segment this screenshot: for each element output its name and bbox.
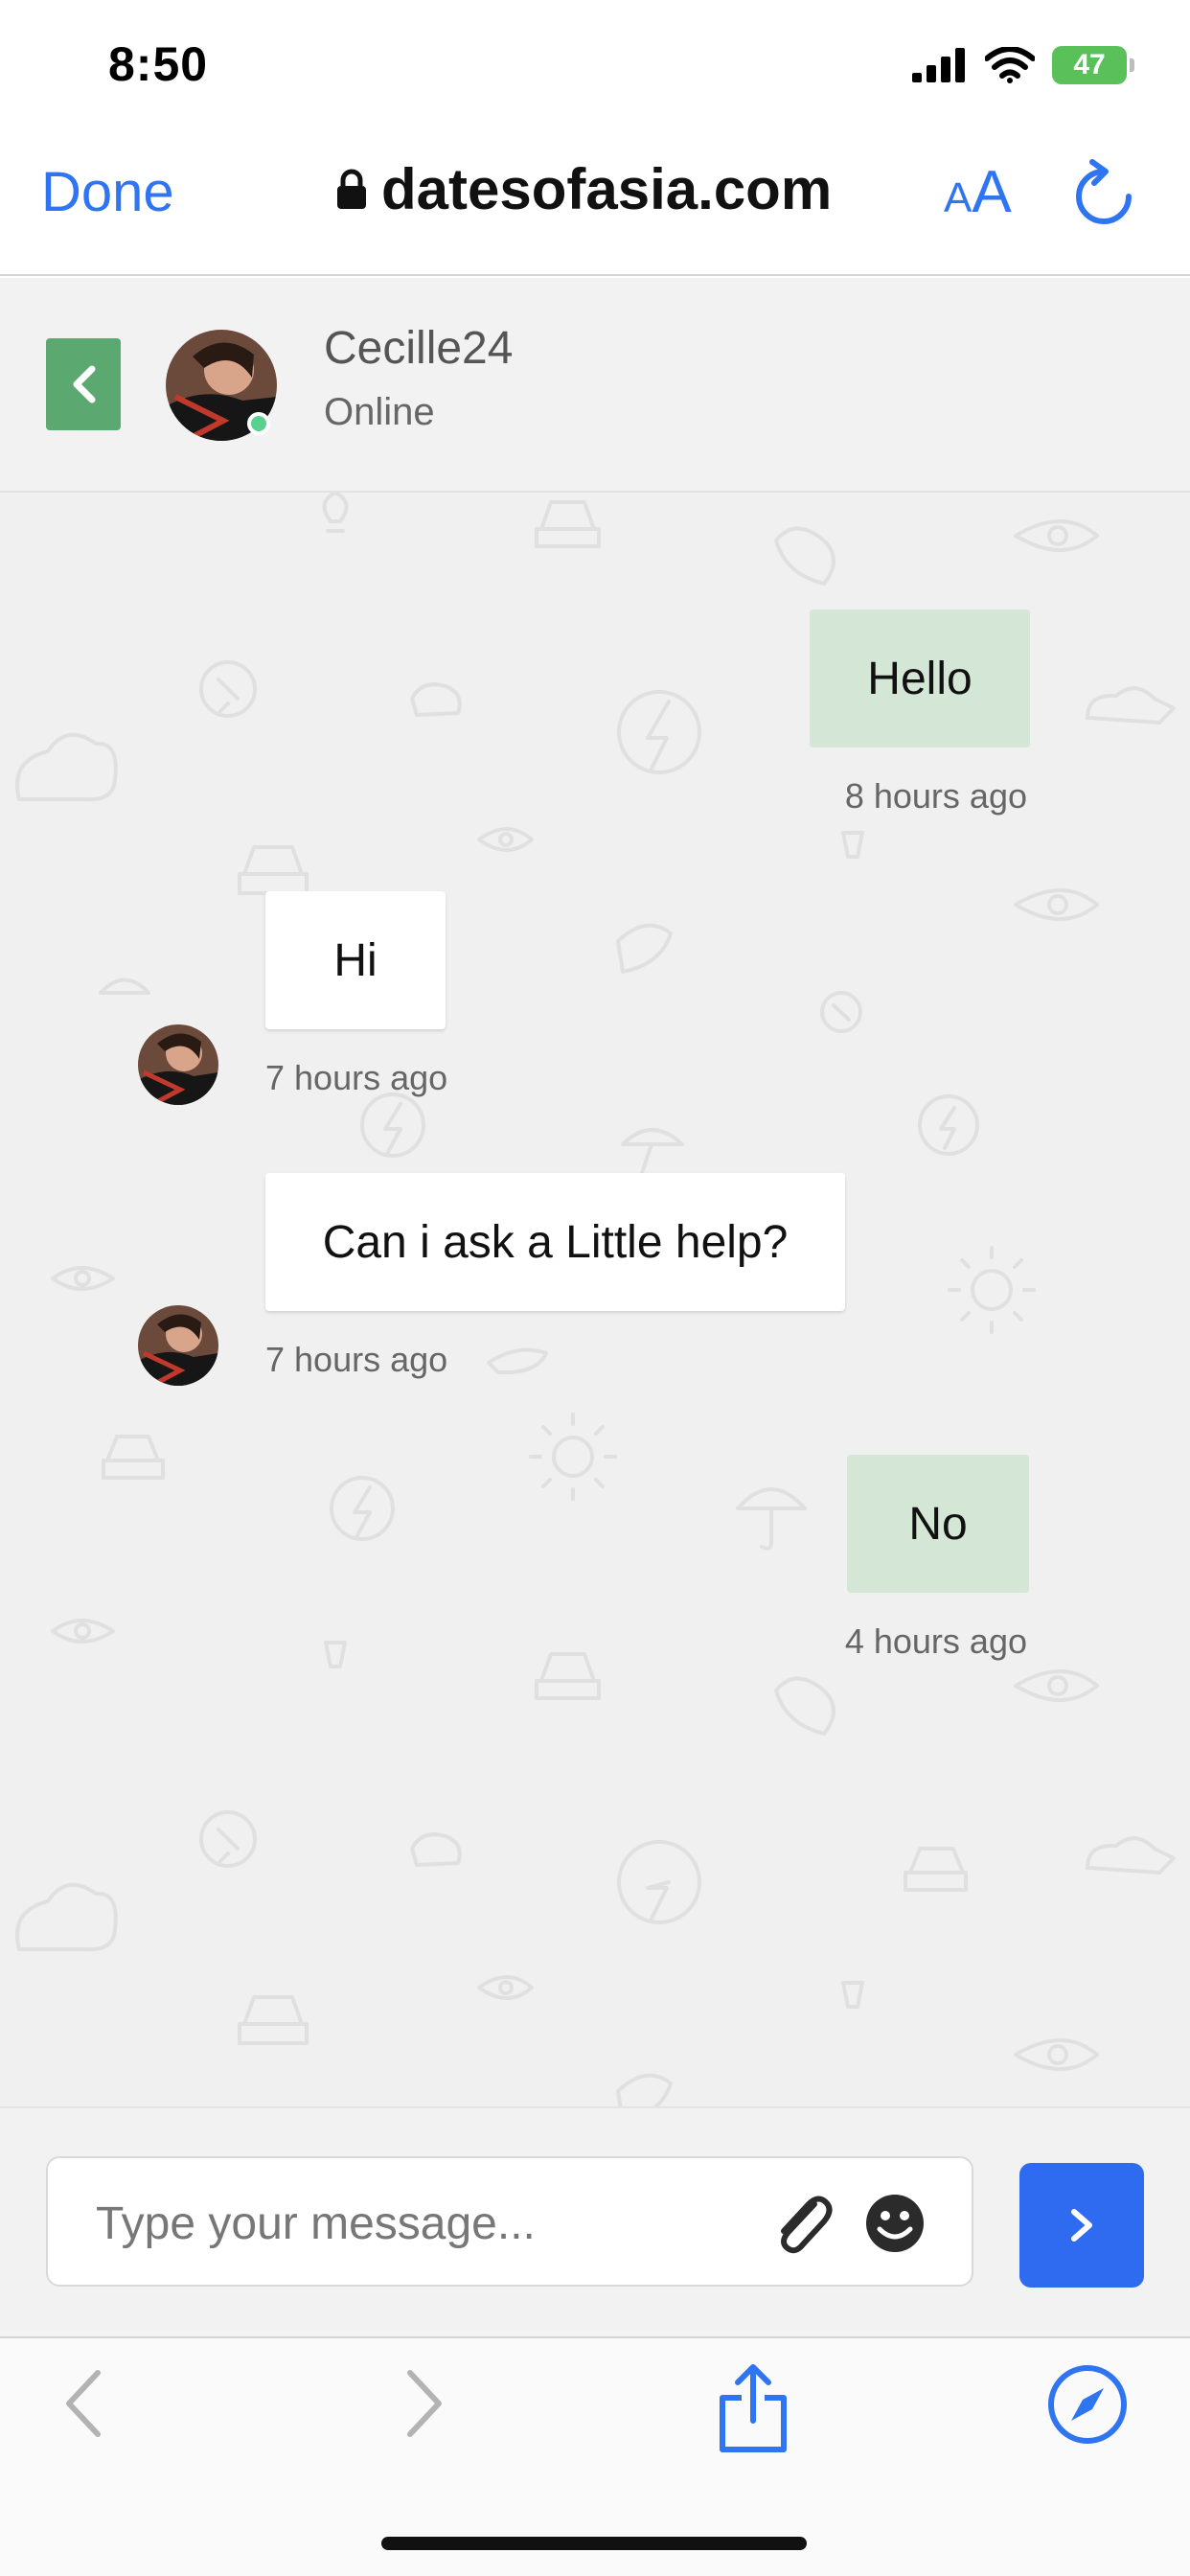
online-status-dot bbox=[247, 412, 270, 435]
message-time: 7 hours ago bbox=[265, 1058, 448, 1097]
chat-header: Cecille24 Online bbox=[0, 278, 1190, 493]
address-bar[interactable]: datesofasia.com bbox=[335, 156, 832, 222]
smiley-icon[interactable] bbox=[864, 2193, 926, 2254]
battery-level: 47 bbox=[1073, 49, 1106, 80]
signal-icon bbox=[912, 48, 965, 82]
nav-forward-icon[interactable] bbox=[400, 2365, 448, 2442]
message-text: Hi bbox=[333, 934, 378, 986]
contact-name: Cecille24 bbox=[324, 323, 514, 374]
message-time: 7 hours ago bbox=[265, 1340, 448, 1379]
paperclip-icon[interactable] bbox=[767, 2191, 834, 2256]
message-input[interactable] bbox=[96, 2187, 767, 2260]
contact-status: Online bbox=[324, 391, 435, 433]
chat-area[interactable]: Hello 8 hours ago Hi 7 hours ago Can i a… bbox=[0, 493, 1190, 2106]
compass-icon[interactable] bbox=[1046, 2363, 1129, 2446]
reload-icon[interactable] bbox=[1073, 158, 1134, 231]
message-text: No bbox=[908, 1498, 968, 1550]
message-time: 4 hours ago bbox=[844, 1622, 1027, 1661]
message-text: Hello bbox=[867, 653, 973, 704]
message-bubble-sent[interactable]: Hello bbox=[810, 610, 1030, 748]
share-icon[interactable] bbox=[717, 2363, 790, 2455]
message-composer bbox=[0, 2106, 1190, 2336]
battery-indicator: 47 bbox=[1052, 46, 1134, 84]
done-button[interactable]: Done bbox=[41, 160, 174, 224]
home-indicator bbox=[381, 2537, 807, 2550]
text-size-small-a: A bbox=[944, 174, 973, 221]
sender-avatar[interactable] bbox=[138, 1024, 218, 1105]
chat-back-button[interactable] bbox=[46, 338, 121, 430]
text-size-button[interactable]: AA bbox=[944, 158, 1012, 226]
status-time: 8:50 bbox=[108, 37, 209, 91]
url-text: datesofasia.com bbox=[381, 157, 833, 221]
sender-avatar[interactable] bbox=[138, 1305, 218, 1386]
message-input-container[interactable] bbox=[46, 2156, 973, 2287]
message-bubble-received[interactable]: Hi bbox=[265, 891, 446, 1029]
message-text: Can i ask a Little help? bbox=[322, 1216, 789, 1268]
text-size-large-a: A bbox=[972, 159, 1012, 225]
status-bar: 8:50 47 bbox=[0, 0, 1190, 129]
send-chevron-icon bbox=[1071, 2209, 1092, 2242]
safari-top-bar: Done datesofasia.com AA bbox=[0, 129, 1190, 276]
wifi-icon bbox=[985, 47, 1035, 83]
message-bubble-received[interactable]: Can i ask a Little help? bbox=[265, 1173, 845, 1311]
message-time: 8 hours ago bbox=[844, 776, 1027, 816]
send-button[interactable] bbox=[1019, 2163, 1144, 2288]
status-indicators: 47 bbox=[912, 46, 1134, 84]
message-bubble-sent[interactable]: No bbox=[847, 1455, 1029, 1593]
back-arrow-icon bbox=[73, 365, 96, 403]
nav-back-icon[interactable] bbox=[59, 2365, 107, 2442]
lock-icon bbox=[337, 169, 366, 209]
